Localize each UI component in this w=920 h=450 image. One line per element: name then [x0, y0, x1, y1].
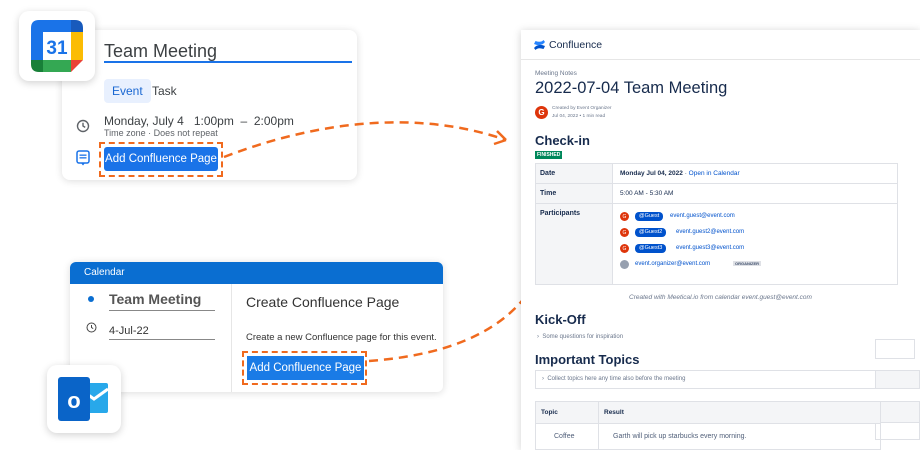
table-row: Participants G @Guest event.guest@event.… [536, 204, 897, 284]
created-by: Created by Event Organizer [552, 106, 612, 111]
avatar: G [620, 212, 629, 221]
organizer-badge: ORGANIZER [733, 261, 761, 266]
arrow-google-to-confluence [223, 121, 507, 159]
participant-email[interactable]: event.guest@event.com [670, 213, 735, 219]
table-row: Date Monday Jul 04, 2022 · Open in Calen… [536, 164, 897, 184]
breadcrumb[interactable]: Meeting Notes [535, 70, 577, 77]
participant-email[interactable]: event.guest2@event.com [676, 229, 744, 235]
confluence-page: Confluence Meeting Notes 2022-07-04 Team… [521, 30, 920, 450]
participant-mention[interactable]: @Guest [635, 212, 664, 221]
avatar: G [620, 244, 629, 253]
created-with-note: Created with Meetical.io from calendar e… [629, 294, 812, 301]
date-value: Monday Jul 04, 2022 · Open in Calendar [620, 170, 740, 177]
time-value: 5:00 AM - 5:30 AM [620, 190, 674, 197]
created-date: Jul 04, 2022 • 1 min read [552, 114, 606, 119]
side-table-cell [875, 422, 920, 440]
checkin-heading: Check-in [535, 133, 590, 148]
avatar [620, 260, 629, 269]
participant-email[interactable]: event.organizer@event.com [635, 261, 710, 267]
result-cell[interactable]: Garth will pick up starbucks every morni… [613, 433, 746, 440]
avatar[interactable]: G [535, 106, 548, 119]
side-table-header [875, 401, 920, 423]
column-header-topic: Topic [541, 409, 558, 416]
participant-email[interactable]: event.guest3@event.com [676, 245, 744, 251]
participants-label: Participants [540, 210, 581, 217]
kickoff-heading: Kick-Off [535, 312, 586, 327]
open-in-calendar-link[interactable]: Open in Calendar [689, 170, 740, 177]
side-table-header [875, 370, 920, 389]
page-title: 2022-07-04 Team Meeting [535, 79, 728, 97]
expand-label: Collect topics here any time also before… [547, 376, 686, 382]
table-header-row: Topic Result [536, 402, 880, 424]
topics-expand[interactable]: › Collect topics here any time also befo… [535, 370, 881, 389]
column-header-result: Result [604, 409, 624, 416]
kickoff-expand[interactable]: › Some questions for inspiration [537, 334, 623, 340]
date-label: Date [540, 170, 556, 177]
arrow-outlook-to-confluence [368, 259, 548, 363]
topics-table: Topic Result Coffee Garth will pick up s… [535, 401, 881, 450]
topic-cell[interactable]: Coffee [554, 433, 575, 440]
avatar: G [620, 228, 629, 237]
confluence-brand[interactable]: Confluence [549, 39, 602, 51]
date-value-text: Monday Jul 04, 2022 [620, 170, 683, 177]
important-topics-heading: Important Topics [535, 352, 640, 367]
table-row: Time 5:00 AM - 5:30 AM [536, 184, 897, 204]
participant-mention[interactable]: @Guest2 [635, 228, 667, 237]
status-badge: FINISHED [535, 151, 563, 159]
checkin-table: Date Monday Jul 04, 2022 · Open in Calen… [535, 163, 898, 285]
expand-label: Some questions for inspiration [542, 334, 624, 340]
time-label: Time [540, 190, 557, 197]
confluence-topbar: Confluence [521, 30, 920, 60]
participant-mention[interactable]: @Guest3 [635, 244, 667, 253]
side-input[interactable] [875, 339, 915, 359]
confluence-logo-icon [534, 40, 545, 50]
